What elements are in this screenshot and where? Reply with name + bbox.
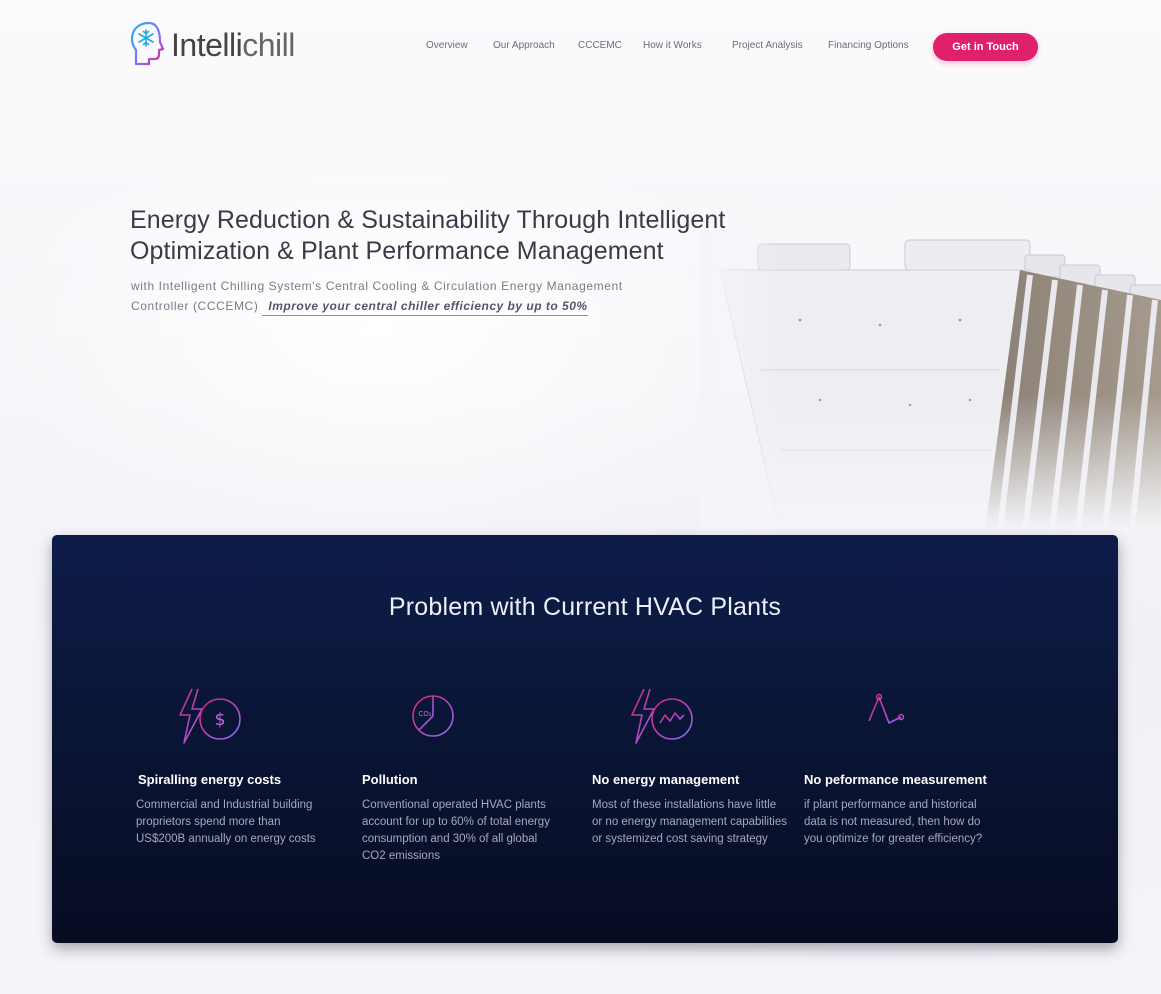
hero-subtitle-line2: Controller (CCCEMC) (131, 299, 259, 313)
problem-text: Most of these installations have little … (592, 799, 787, 845)
hero-title-line1: Energy Reduction & Sustainability Throug… (130, 206, 726, 234)
problem-heading: No energy management (592, 772, 740, 787)
co2-pie-icon: CO₂ (412, 695, 454, 737)
co2-label: CO₂ (418, 710, 431, 718)
problem-text: if plant performance and historical data… (804, 799, 983, 845)
nav-project-analysis[interactable]: Project Analysis (732, 40, 803, 51)
svg-text:$: $ (215, 710, 226, 730)
brand-name: Intellichill (171, 27, 295, 64)
nav-cccemc[interactable]: CCCEMC (578, 40, 622, 51)
problem-text: Conventional operated HVAC plants accoun… (362, 799, 550, 862)
nav-overview[interactable]: Overview (426, 40, 468, 51)
hero-title-line2: Optimization & Plant Performance Managem… (130, 237, 664, 265)
hero-subtitle: with Intelligent Chilling System's Centr… (131, 276, 651, 316)
lightning-dollar-icon: $ (179, 688, 241, 744)
problems-panel: Problem with Current HVAC Plants $ Spira… (52, 535, 1118, 943)
get-in-touch-button[interactable]: Get in Touch (933, 33, 1038, 61)
hero-highlight: Improve your central chiller efficiency … (262, 299, 588, 316)
line-graph-icon (865, 693, 907, 736)
hero-title: Energy Reduction & Sustainability Throug… (130, 205, 750, 267)
problems-title: Problem with Current HVAC Plants (388, 593, 782, 621)
problem-heading: Spiralling energy costs (138, 772, 282, 787)
brand-logo[interactable]: Intellichill (129, 20, 295, 70)
problem-text: Commercial and Industrial building propr… (136, 799, 316, 845)
lightning-wave-icon (631, 688, 693, 744)
nav-our-approach[interactable]: Our Approach (493, 40, 555, 51)
site-header: Intellichill Overview Our Approach CCCEM… (0, 0, 1161, 95)
problem-heading: Pollution (362, 772, 418, 787)
nav-how-it-works[interactable]: How it Works (643, 40, 702, 51)
problem-heading: No peformance measurement (804, 772, 987, 787)
nav-financing-options[interactable]: Financing Options (828, 40, 909, 51)
chiller-unit-image (700, 230, 1161, 530)
brand-name-accent: chill (242, 26, 295, 63)
hero-subtitle-line1: with Intelligent Chilling System's Centr… (131, 279, 623, 293)
head-snowflake-icon (130, 21, 165, 66)
brand-name-main: Intelli (171, 26, 243, 63)
